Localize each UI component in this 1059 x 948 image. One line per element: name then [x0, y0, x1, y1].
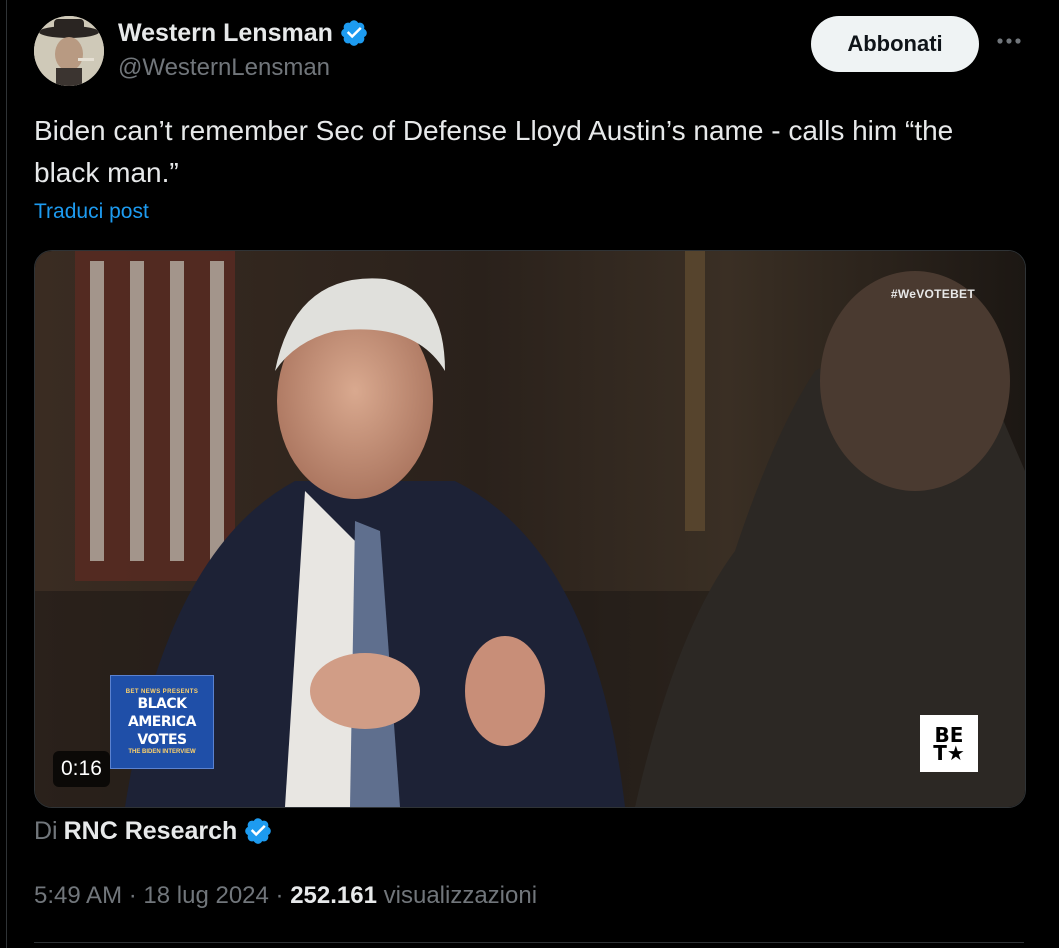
bet-network-logo: BE T★	[920, 715, 978, 772]
views-label: visualizzazioni	[383, 882, 538, 909]
bet-logo-line-2: T★	[933, 740, 965, 765]
post-text: Biden can’t remember Sec of Defense Lloy…	[34, 115, 954, 188]
media-source-attribution: Di RNC Research	[34, 816, 273, 846]
show-badge-top: BET NEWS PRESENTS	[125, 689, 199, 695]
author-name[interactable]: Western Lensman	[118, 18, 369, 48]
translate-post-link[interactable]: Traduci post	[34, 200, 149, 224]
meta-separator: ·	[275, 882, 284, 909]
video-hashtag-overlay: #WeVOTEBET	[890, 287, 975, 301]
show-badge-title-2: AMERICA	[128, 714, 196, 730]
author-avatar[interactable]	[34, 16, 104, 86]
section-divider	[34, 942, 1024, 943]
post-header: Western Lensman @WesternLensman Abbonati	[34, 16, 1029, 88]
author-name-text[interactable]: Western Lensman	[118, 19, 333, 48]
timeline-border	[6, 0, 7, 948]
avatar-image	[34, 16, 104, 86]
more-options-button[interactable]	[994, 26, 1024, 56]
video-player[interactable]: #WeVOTEBET BET NEWS PRESENTS BLACK AMERI…	[34, 250, 1026, 808]
views-count: 252.161	[290, 882, 377, 909]
subscribe-button[interactable]: Abbonati	[811, 16, 979, 72]
post-time[interactable]: 5:49 AM	[34, 882, 122, 909]
author-handle[interactable]: @WesternLensman	[118, 54, 330, 82]
more-horizontal-icon	[997, 38, 1021, 44]
show-badge-subtitle: THE BIDEN INTERVIEW	[128, 749, 196, 755]
video-duration: 0:16	[53, 751, 110, 787]
source-prefix: Di	[34, 816, 58, 845]
show-logo-badge: BET NEWS PRESENTS BLACK AMERICA VOTES TH…	[110, 675, 214, 769]
show-badge-title-1: BLACK	[137, 696, 187, 712]
show-badge-title-3: VOTES	[137, 732, 187, 748]
post-metadata: 5:49 AM · 18 lug 2024 · 252.161 visualiz…	[34, 882, 537, 910]
verified-badge-icon	[245, 818, 272, 844]
verified-badge-icon	[341, 20, 367, 46]
source-account-link[interactable]: RNC Research	[64, 817, 238, 846]
post-date[interactable]: 18 lug 2024	[143, 882, 268, 909]
meta-separator: ·	[128, 882, 137, 909]
